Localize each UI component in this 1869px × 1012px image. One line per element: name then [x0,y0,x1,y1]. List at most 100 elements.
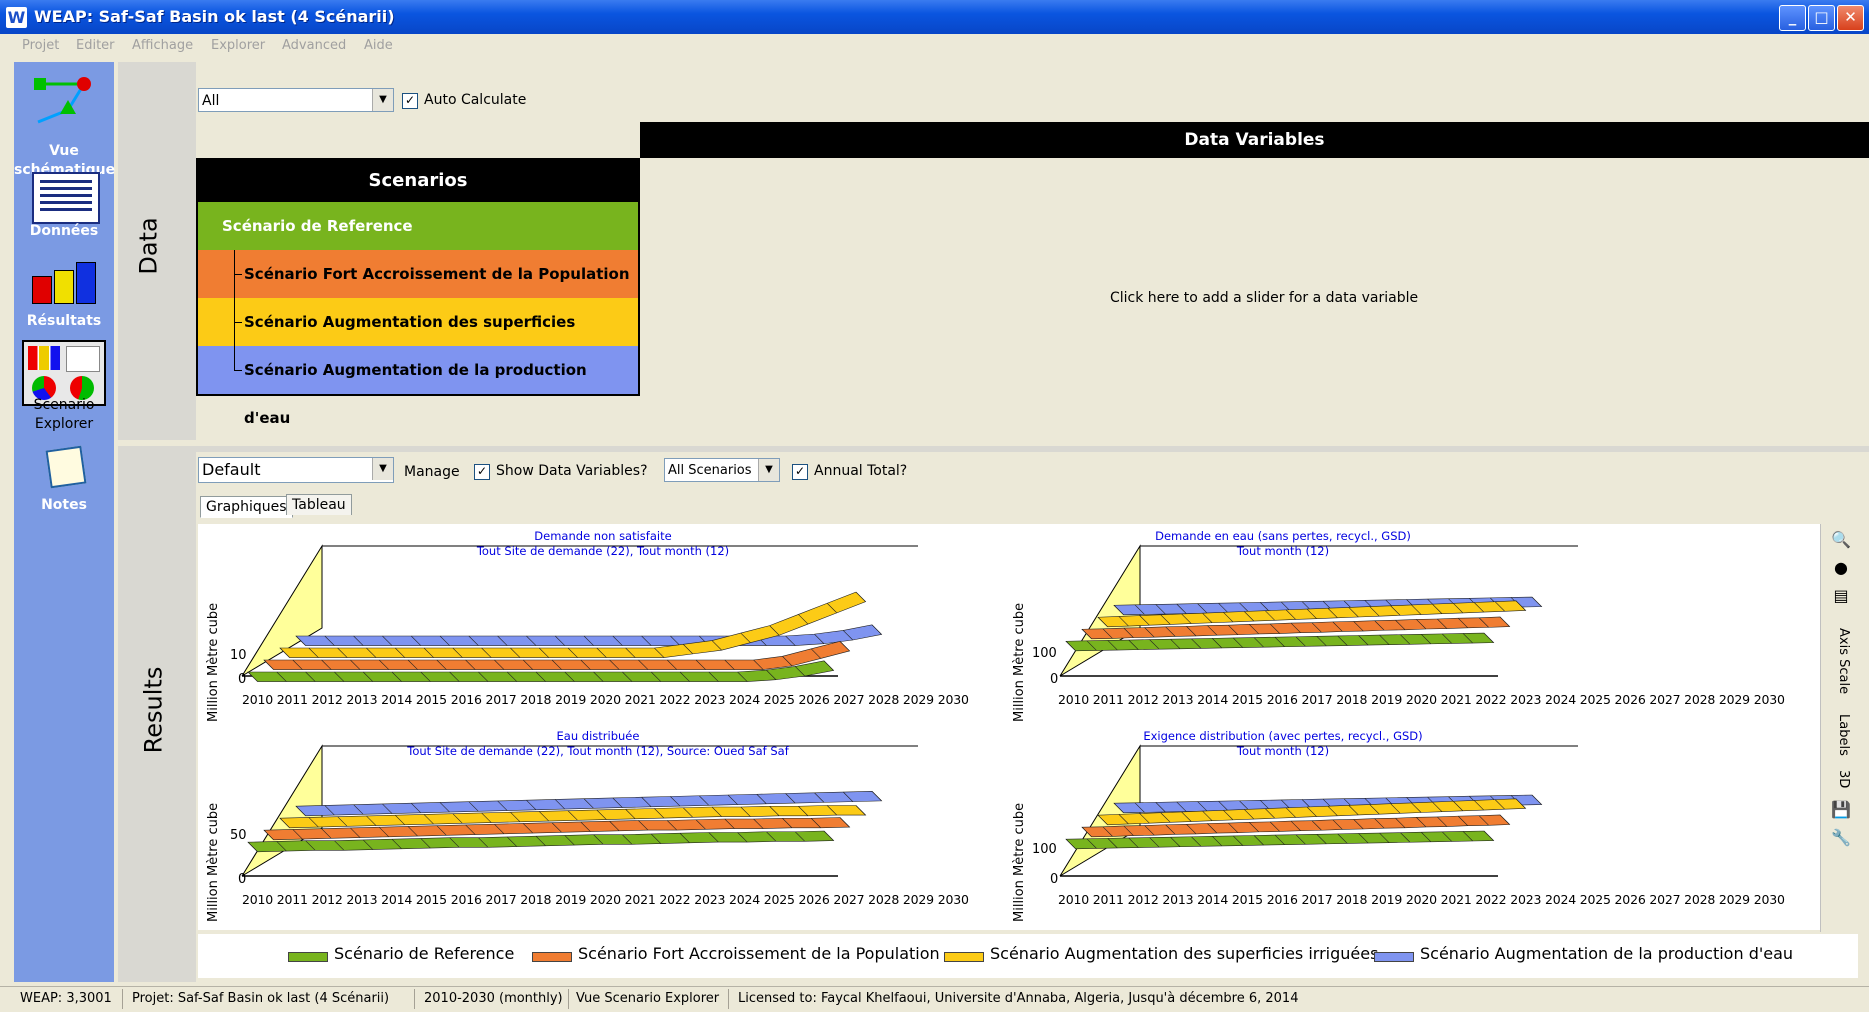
auto-calculate-checkbox[interactable]: ✓ [402,93,418,109]
status-separator [568,989,569,1009]
annual-total-checkbox[interactable]: ✓ [792,464,808,480]
sidebar-label-data[interactable]: Données [14,222,114,241]
table-icon[interactable]: ▤ [1831,586,1851,606]
chart4-tick-0: 0 [1050,872,1059,887]
chart3-title-line2: Tout Site de demande (22), Tout month (1… [407,744,789,758]
chevron-down-icon[interactable]: ▼ [372,89,393,111]
status-period: 2010-2030 (monthly) [424,991,563,1006]
data-table-icon[interactable] [32,172,100,224]
chart3-ylabel: Million Mètre cube [206,802,221,922]
legend-label-irrigation: Scénario Augmentation des superficies ir… [990,944,1379,963]
legend-swatch-irrigation [944,952,984,962]
scenario-filter-select[interactable]: All Scenarios ▼ [664,458,780,482]
chart4-ylabel: Million Mètre cube [1012,802,1027,922]
minimize-button[interactable]: _ [1779,5,1806,31]
chart2-title-line1: Demande en eau (sans pertes, recycl., GS… [1155,529,1411,543]
show-data-variables-checkbox[interactable]: ✓ [474,464,490,480]
save-icon[interactable]: 💾 [1831,800,1851,820]
view-select[interactable]: Default ▼ [198,457,394,483]
scenario-item-reference[interactable]: Scénario de Reference [198,202,638,250]
menu-bar: Projet Editer Affichage Explorer Advance… [0,34,1869,58]
chart2-xaxis: 2010 2011 2012 2013 2014 2015 2016 2017 … [1058,692,1785,707]
chart2-ylabel: Million Mètre cube [1012,602,1027,722]
menu-aide[interactable]: Aide [364,38,393,53]
menu-editer[interactable]: Editer [76,38,115,53]
chart1-years: 2010 2011 2012 2013 2014 2015 2016 2017 … [242,692,969,707]
legend-swatch-reference [288,952,328,962]
add-slider-hint[interactable]: Click here to add a slider for a data va… [1110,290,1418,306]
scenario-item-irrigation[interactable]: Scénario Augmentation des superficies ir… [198,298,638,379]
tab-graphiques[interactable]: Graphiques [200,496,293,518]
status-project: Projet: Saf-Saf Basin ok last (4 Scénari… [132,991,390,1006]
legend-label-reference: Scénario de Reference [334,944,515,963]
scenarios-tree: Scenarios Scénario de Reference Scénario… [196,158,640,427]
legend-label-water-production: Scénario Augmentation de la production d… [1420,944,1794,963]
wrench-icon[interactable]: 🔧 [1831,828,1851,848]
chart1-series-3-ribbon [279,591,867,658]
tab-tableau[interactable]: Tableau [286,494,352,515]
chart4-tick-100: 100 [1032,842,1057,857]
sidebar-label-results[interactable]: Résultats [14,312,114,331]
menu-projet[interactable]: Projet [22,38,59,53]
menu-advanced[interactable]: Advanced [282,38,346,53]
auto-calculate-label: Auto Calculate [424,92,527,108]
chart2-title: Demande en eau (sans pertes, recycl., GS… [1058,529,1508,559]
chart4-years: 2010 2011 2012 2013 2014 2015 2016 2017 … [1058,892,1785,907]
charts-svg [241,544,1578,877]
chart1-tick-10: 10 [230,648,247,663]
chart1-title-line1: Demande non satisfaite [534,529,672,543]
zoom-icon[interactable]: 🔍 [1831,530,1851,550]
chart3-xaxis: 2010 2011 2012 2013 2014 2015 2016 2017 … [242,892,969,907]
chart4-title: Exigence distribution (avec pertes, recy… [1058,729,1508,759]
window-title: WEAP: Saf-Saf Basin ok last (4 Scénarii) [34,7,395,26]
status-license: Licensed to: Faycal Khelfaoui, Universit… [738,991,1299,1006]
chart1-title: Demande non satisfaite Tout Site de dema… [398,529,808,559]
sidebar-label-scenario-explorer[interactable]: Scenario Explorer [14,396,114,434]
chevron-down-icon[interactable]: ▼ [372,458,393,480]
scenario-item-water-production[interactable]: Scénario Augmentation de la production d… [198,346,638,427]
status-separator [728,989,729,1009]
schematic-icon [34,77,91,124]
bar-chart-icon[interactable] [32,262,96,304]
chart1-ylabel: Million Mètre cube [206,602,221,722]
manage-button[interactable]: Manage [404,464,460,480]
status-bar: WEAP: 3,3001 Projet: Saf-Saf Basin ok la… [0,986,1869,1012]
3d-button[interactable]: 3D [1836,770,1851,788]
scenario-item-population[interactable]: Scénario Fort Accroissement de la Popula… [198,250,638,298]
chart3-tick-50: 50 [230,828,247,843]
menu-explorer[interactable]: Explorer [211,38,265,53]
sidebar-label-notes[interactable]: Notes [14,496,114,515]
filter-select[interactable]: All ▼ [198,88,394,112]
menu-affichage[interactable]: Affichage [132,38,193,53]
title-bar: W WEAP: Saf-Saf Basin ok last (4 Scénari… [0,0,1869,34]
chart3-title-line1: Eau distribuée [556,729,640,743]
chart1-xaxis: 2010 2011 2012 2013 2014 2015 2016 2017 … [242,692,969,707]
chart2-tick-100: 100 [1032,646,1057,661]
notes-icon[interactable] [45,445,87,489]
status-view: Vue Scenario Explorer [576,991,720,1006]
view-sidebar: Vue schématique Données Résultats Scenar… [14,62,115,982]
colors-icon[interactable]: ● [1831,558,1851,578]
status-separator [414,989,415,1009]
tree-line [234,250,235,370]
close-button[interactable]: ✕ [1837,5,1864,31]
axis-scale-button[interactable]: Axis Scale [1836,628,1851,694]
chart3-title: Eau distribuée Tout Site de demande (22)… [358,729,838,759]
view-value: Default [202,460,261,479]
labels-button[interactable]: Labels [1836,714,1851,756]
data-variables-header: Data Variables [640,122,1869,158]
sidebar-item-schematic[interactable] [28,70,100,128]
status-separator [122,989,123,1009]
show-data-variables-label: Show Data Variables? [496,463,648,479]
chart-legend: Scénario de Reference Scénario Fort Accr… [198,934,1858,978]
maximize-button[interactable]: □ [1808,5,1835,31]
filter-value: All [202,93,220,109]
scenarios-title: Scenarios [368,170,468,191]
chevron-down-icon[interactable]: ▼ [758,459,779,481]
chart3-years: 2010 2011 2012 2013 2014 2015 2016 2017 … [242,892,969,907]
tree-branch [234,370,242,371]
tree-branch [234,322,242,323]
chart4-xaxis: 2010 2011 2012 2013 2014 2015 2016 2017 … [1058,892,1785,907]
chart3-tick-0: 0 [238,872,247,887]
tree-branch [234,274,242,275]
